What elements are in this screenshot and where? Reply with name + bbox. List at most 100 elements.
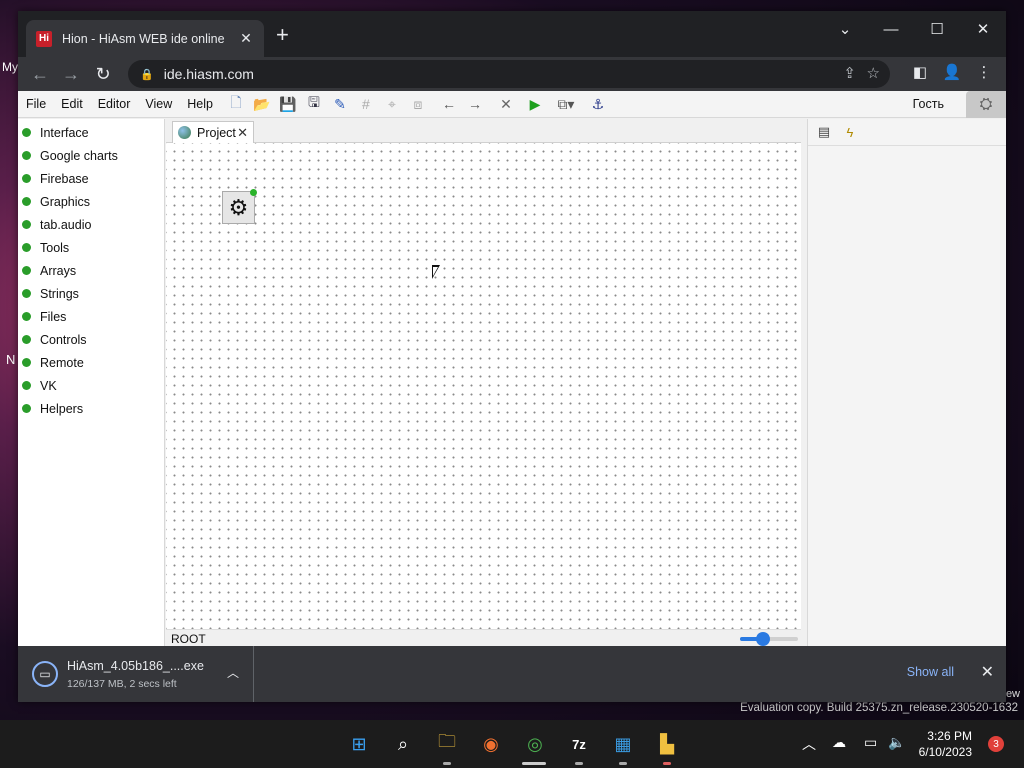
category-dot-icon (22, 289, 31, 298)
chrome-icon[interactable]: ◎ (521, 730, 549, 758)
user-label[interactable]: Гость (913, 97, 944, 111)
category-item[interactable]: Arrays (18, 259, 164, 282)
category-label: Google charts (40, 148, 118, 163)
save-icon[interactable]: 💾 (278, 94, 298, 114)
category-label: Tools (40, 240, 70, 255)
run-icon[interactable]: ▶ (525, 94, 545, 114)
category-item[interactable]: Google charts (18, 144, 164, 167)
firefox-icon[interactable]: ◉ (477, 730, 505, 758)
save-as-icon[interactable]: 🖫 (304, 94, 324, 114)
windows-start-icon[interactable]: ⊞ (345, 730, 373, 758)
menu-help[interactable]: Help (179, 97, 220, 111)
side-panel-icon[interactable]: ◧ (909, 63, 931, 81)
tab-project[interactable]: Project ✕ (172, 121, 254, 143)
category-item[interactable]: Tools (18, 236, 164, 259)
align-icon[interactable]: ⌖ (382, 94, 402, 114)
chevron-down-icon[interactable]: ⌄ (822, 16, 868, 44)
7zip-icon[interactable]: 7z (565, 730, 593, 758)
debug-icon[interactable]: ⚓ (588, 94, 608, 114)
edit-properties-icon[interactable]: ✎ (330, 94, 350, 114)
category-label: Firebase (40, 171, 89, 186)
notification-badge[interactable]: 3 (988, 736, 1004, 752)
breadcrumb[interactable]: ROOT (171, 632, 206, 646)
category-item[interactable]: Files (18, 305, 164, 328)
category-label: Controls (40, 332, 87, 347)
category-item[interactable]: Interface (18, 121, 164, 144)
category-item[interactable]: tab.audio (18, 213, 164, 236)
category-item[interactable]: Firebase (18, 167, 164, 190)
profile-icon[interactable]: 👤 (941, 63, 963, 81)
menu-file[interactable]: File (18, 97, 53, 111)
category-item[interactable]: Helpers (18, 397, 164, 420)
new-tab-icon[interactable]: + (276, 24, 289, 46)
close-icon[interactable]: ✕ (237, 125, 248, 141)
zoom-slider[interactable] (740, 632, 798, 646)
editor-statusbar: ROOT (166, 629, 801, 646)
download-status: 126/137 MB, 2 secs left (67, 677, 177, 690)
design-canvas[interactable]: ⚙ (166, 143, 801, 629)
category-item[interactable]: Strings (18, 282, 164, 305)
close-icon[interactable]: ✕ (238, 30, 254, 47)
category-dot-icon (22, 128, 31, 137)
undo-arrow-icon[interactable]: ← (439, 94, 459, 114)
minimize-icon[interactable]: — (868, 16, 914, 44)
open-folder-icon[interactable]: 📂 (252, 94, 272, 114)
chevron-up-icon[interactable]: ︿ (802, 734, 816, 754)
network-icon[interactable]: ▭ (864, 734, 877, 751)
tab-label: Project (197, 125, 236, 140)
category-dot-icon (22, 358, 31, 367)
running-indicator (575, 762, 583, 765)
fit-icon[interactable]: ⧈ (408, 94, 428, 114)
reload-icon[interactable]: ↻ (90, 61, 116, 87)
back-icon[interactable]: ← (27, 61, 53, 87)
category-label: Files (40, 309, 67, 324)
category-label: Graphics (40, 194, 91, 209)
notepad-icon[interactable]: ▦ (609, 730, 637, 758)
category-dot-icon (22, 312, 31, 321)
gear-icon: ⚙ (228, 194, 249, 220)
editor-area: Project ✕ ⚙ ROOT (166, 119, 801, 646)
file-explorer-icon[interactable]: 🗀 (433, 730, 461, 758)
category-dot-icon (22, 197, 31, 206)
download-item[interactable]: ▭ HiAsm_4.05b186_....exe 126/137 MB, 2 s… (18, 646, 254, 702)
bookmark-star-icon[interactable]: ☆ (867, 64, 880, 82)
forward-icon[interactable]: → (58, 61, 84, 87)
kebab-menu-icon[interactable]: ⋮ (973, 63, 995, 81)
search-icon[interactable]: ⌕ (389, 730, 417, 758)
chevron-up-icon[interactable]: ︿ (227, 664, 239, 681)
menu-view[interactable]: View (137, 97, 179, 111)
redo-arrow-icon[interactable]: → (465, 94, 485, 114)
address-bar[interactable]: 🔒 ide.hiasm.com ⇪ ☆ (128, 60, 890, 88)
system-clock[interactable]: 3:26 PM 6/10/2023 (919, 728, 972, 760)
category-item[interactable]: Remote (18, 351, 164, 374)
category-dot-icon (22, 335, 31, 344)
window-close-icon[interactable]: ✕ (960, 16, 1006, 44)
close-icon[interactable]: ✕ (981, 662, 994, 682)
url-text: ide.hiasm.com (163, 66, 254, 82)
delete-icon[interactable]: ✕ (496, 94, 516, 114)
category-item[interactable]: Graphics (18, 190, 164, 213)
category-item[interactable]: VK (18, 374, 164, 397)
hiasm-logo-icon[interactable]: ⛭ (966, 91, 1006, 118)
maximize-icon[interactable]: ☐ (914, 16, 960, 44)
volume-icon[interactable]: 🔈 (888, 734, 905, 751)
grid-icon[interactable]: # (356, 94, 376, 114)
new-file-icon[interactable]: 🗋 (226, 94, 246, 114)
onedrive-icon[interactable]: ☁ (832, 734, 846, 751)
menu-edit[interactable]: Edit (53, 97, 90, 111)
browser-tab[interactable]: Hi Hion - HiAsm WEB ide online ✕ (26, 20, 264, 57)
category-dot-icon (22, 174, 31, 183)
share-icon[interactable]: ⇪ (843, 64, 856, 82)
project-element[interactable]: ⚙ (222, 189, 257, 224)
show-all-link[interactable]: Show all (907, 665, 954, 679)
app-menubar: File Edit Editor View Help 🗋 📂 💾 🖫 ✎ # ⌖… (18, 91, 1006, 118)
category-item[interactable]: Controls (18, 328, 164, 351)
zoom-slider-thumb[interactable] (756, 632, 771, 646)
installer-icon[interactable]: ▙ (653, 730, 681, 758)
events-lightning-icon[interactable]: ϟ (840, 122, 860, 142)
build-dropdown-icon[interactable]: ⧉▾ (551, 94, 581, 114)
properties-icon[interactable]: ▤ (814, 122, 834, 142)
hiasm-ide: File Edit Editor View Help 🗋 📂 💾 🖫 ✎ # ⌖… (18, 91, 1006, 646)
menu-editor[interactable]: Editor (90, 97, 138, 111)
globe-icon (178, 126, 191, 139)
